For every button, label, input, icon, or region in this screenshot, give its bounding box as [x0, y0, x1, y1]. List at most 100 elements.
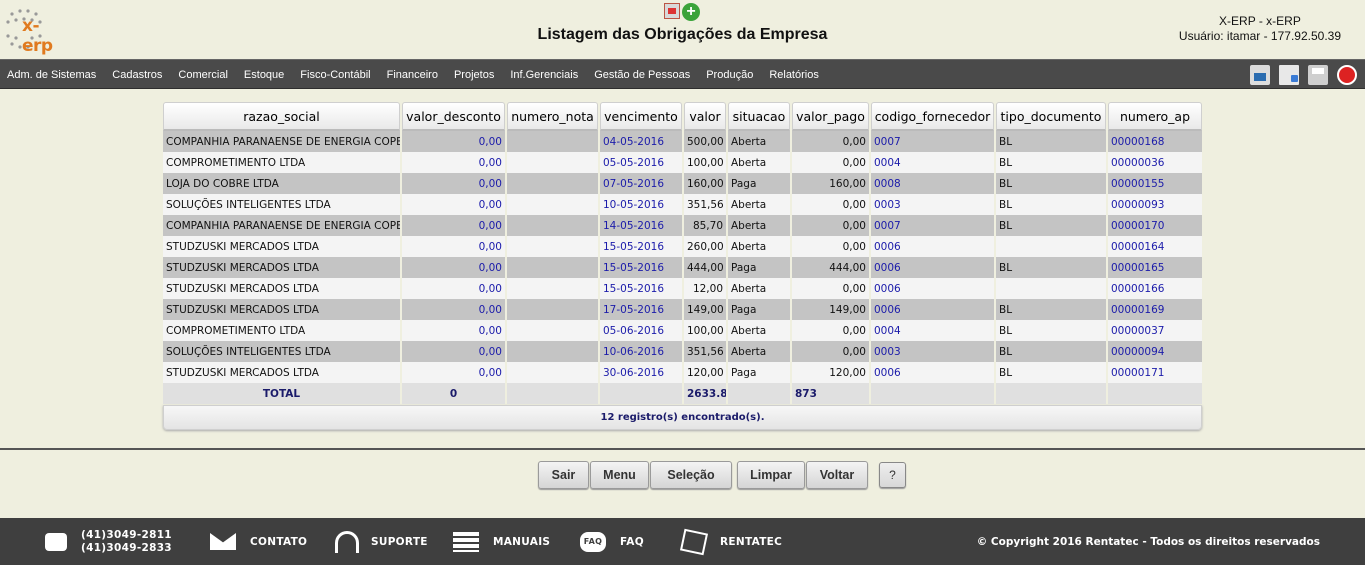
cell-vencimento: 05-05-2016 [600, 152, 682, 173]
table-body: COMPANHIA PARANAENSE DE ENERGIA COPEL 0,0… [163, 131, 1202, 383]
total-label: TOTAL [163, 383, 400, 404]
cell-valor-pago: 0,00 [792, 236, 869, 257]
cell-vencimento: 17-05-2016 [600, 299, 682, 320]
cell-codigo-fornecedor: 0006 [871, 236, 994, 257]
total-valor: 2633.82 [684, 383, 726, 404]
col-numero-nota[interactable]: numero_nota [507, 102, 598, 131]
table-row[interactable]: COMPANHIA PARANAENSE DE ENERGIA COPEL 0,0… [163, 131, 1202, 152]
cell-valor-desconto: 0,00 [402, 257, 505, 278]
cell-valor-pago: 0,00 [792, 131, 869, 152]
mail-icon [210, 533, 236, 550]
cell-razao-social: SOLUÇÕES INTELIGENTES LTDA [163, 341, 400, 362]
cell-vencimento: 30-06-2016 [600, 362, 682, 383]
table-row[interactable]: SOLUÇÕES INTELIGENTES LTDA 0,00 10-05-2016… [163, 194, 1202, 215]
cell-numero-nota [507, 173, 598, 194]
footer-suporte-link[interactable]: SUPORTE [335, 518, 428, 565]
table-row[interactable]: SOLUÇÕES INTELIGENTES LTDA 0,00 10-06-2016… [163, 341, 1202, 362]
document-icon[interactable] [1279, 65, 1299, 85]
cell-valor-pago: 0,00 [792, 341, 869, 362]
col-numero-ap[interactable]: numero_ap [1108, 102, 1202, 131]
col-razao-social[interactable]: razao_social [163, 102, 400, 131]
menu-item-producao[interactable]: Produção [706, 69, 753, 81]
logout-power-icon[interactable] [1337, 65, 1357, 85]
help-button[interactable]: ? [879, 462, 906, 488]
cell-valor: 120,00 [684, 362, 726, 383]
cell-situacao: Aberta [728, 236, 790, 257]
table-row[interactable]: STUDZUSKI MERCADOS LTDA 0,00 30-06-2016 120… [163, 362, 1202, 383]
col-valor-pago[interactable]: valor_pago [792, 102, 869, 131]
selecao-button[interactable]: Seleção [650, 461, 732, 489]
cell-razao-social: STUDZUSKI MERCADOS LTDA [163, 236, 400, 257]
col-valor[interactable]: valor [684, 102, 726, 131]
table-row[interactable]: LOJA DO COBRE LTDA 0,00 07-05-2016 160,00 Pa… [163, 173, 1202, 194]
add-icon[interactable]: + [682, 3, 700, 21]
cell-valor: 260,00 [684, 236, 726, 257]
cell-vencimento: 14-05-2016 [600, 215, 682, 236]
col-codigo-fornecedor[interactable]: codigo_fornecedor [871, 102, 994, 131]
table-row[interactable]: COMPANHIA PARANAENSE DE ENERGIA COPEL 0,0… [163, 215, 1202, 236]
voltar-button[interactable]: Voltar [806, 461, 868, 489]
cell-codigo-fornecedor: 0007 [871, 131, 994, 152]
cell-numero-nota [507, 236, 598, 257]
table-total-row: TOTAL 0 2633.82 873 [163, 383, 1202, 404]
cell-valor-pago: 0,00 [792, 215, 869, 236]
sair-button[interactable]: Sair [538, 461, 589, 489]
menu-item-adm-sistemas[interactable]: Adm. de Sistemas [7, 69, 96, 81]
cell-valor-desconto: 0,00 [402, 341, 505, 362]
menu-item-cadastros[interactable]: Cadastros [112, 69, 162, 81]
home-icon[interactable] [1250, 65, 1270, 85]
limpar-button[interactable]: Limpar [737, 461, 805, 489]
menu-item-estoque[interactable]: Estoque [244, 69, 284, 81]
phone-numbers: (41)3049-2811 (41)3049-2833 [81, 529, 172, 555]
menu-item-gestao-pessoas[interactable]: Gestão de Pessoas [594, 69, 690, 81]
system-name: X-ERP - x-ERP [1219, 14, 1301, 28]
table-row[interactable]: COMPROMETIMENTO LTDA 0,00 05-05-2016 100,00… [163, 152, 1202, 173]
cell-vencimento: 15-05-2016 [600, 278, 682, 299]
menu-item-financeiro[interactable]: Financeiro [387, 69, 438, 81]
table-row[interactable]: STUDZUSKI MERCADOS LTDA 0,00 15-05-2016 444… [163, 257, 1202, 278]
copyright-text: © Copyright 2016 Rentatec - Todos os dir… [976, 535, 1320, 548]
col-vencimento[interactable]: vencimento [600, 102, 682, 131]
top-actions: + [664, 3, 700, 21]
table-row[interactable]: COMPROMETIMENTO LTDA 0,00 05-06-2016 100,00… [163, 320, 1202, 341]
total-empty-cell [1108, 383, 1202, 404]
footer-manuais-link[interactable]: MANUAIS [453, 518, 550, 565]
cell-razao-social: SOLUÇÕES INTELIGENTES LTDA [163, 194, 400, 215]
cell-valor-pago: 120,00 [792, 362, 869, 383]
cell-numero-ap: 00000165 [1108, 257, 1202, 278]
phone-icon [45, 532, 67, 551]
cell-valor-desconto: 0,00 [402, 278, 505, 299]
table-row[interactable]: STUDZUSKI MERCADOS LTDA 0,00 15-05-2016 260… [163, 236, 1202, 257]
cell-tipo-documento: BL [996, 257, 1106, 278]
table-row[interactable]: STUDZUSKI MERCADOS LTDA 0,00 15-05-2016 12,… [163, 278, 1202, 299]
cell-situacao: Paga [728, 257, 790, 278]
cell-valor-pago: 0,00 [792, 194, 869, 215]
col-situacao[interactable]: situacao [728, 102, 790, 131]
print-icon[interactable] [1308, 65, 1328, 85]
cell-vencimento: 05-06-2016 [600, 320, 682, 341]
cell-numero-ap: 00000094 [1108, 341, 1202, 362]
cell-valor-desconto: 0,00 [402, 236, 505, 257]
pdf-export-icon[interactable] [664, 3, 680, 19]
cell-situacao: Aberta [728, 152, 790, 173]
menu-item-projetos[interactable]: Projetos [454, 69, 494, 81]
footer-contato-link[interactable]: CONTATO [210, 518, 307, 565]
menu-button[interactable]: Menu [590, 461, 649, 489]
col-valor-desconto[interactable]: valor_desconto [402, 102, 505, 131]
footer-faq-link[interactable]: FAQ FAQ [580, 518, 644, 565]
col-tipo-documento[interactable]: tipo_documento [996, 102, 1106, 131]
cell-tipo-documento: BL [996, 152, 1106, 173]
cell-numero-nota [507, 257, 598, 278]
table-row[interactable]: STUDZUSKI MERCADOS LTDA 0,00 17-05-2016 149… [163, 299, 1202, 320]
menu-item-inf-gerenciais[interactable]: Inf.Gerenciais [510, 69, 578, 81]
cell-vencimento: 15-05-2016 [600, 257, 682, 278]
cell-tipo-documento: BL [996, 215, 1106, 236]
menu-item-fisco-contabil[interactable]: Fisco-Contábil [300, 69, 370, 81]
footer-rentatec-link[interactable]: RENTATEC [679, 518, 782, 565]
cell-valor: 85,70 [684, 215, 726, 236]
cell-razao-social: STUDZUSKI MERCADOS LTDA [163, 257, 400, 278]
menu-item-relatorios[interactable]: Relatórios [769, 69, 819, 81]
cell-valor: 500,00 [684, 131, 726, 152]
cell-tipo-documento: BL [996, 173, 1106, 194]
menu-item-comercial[interactable]: Comercial [178, 69, 228, 81]
